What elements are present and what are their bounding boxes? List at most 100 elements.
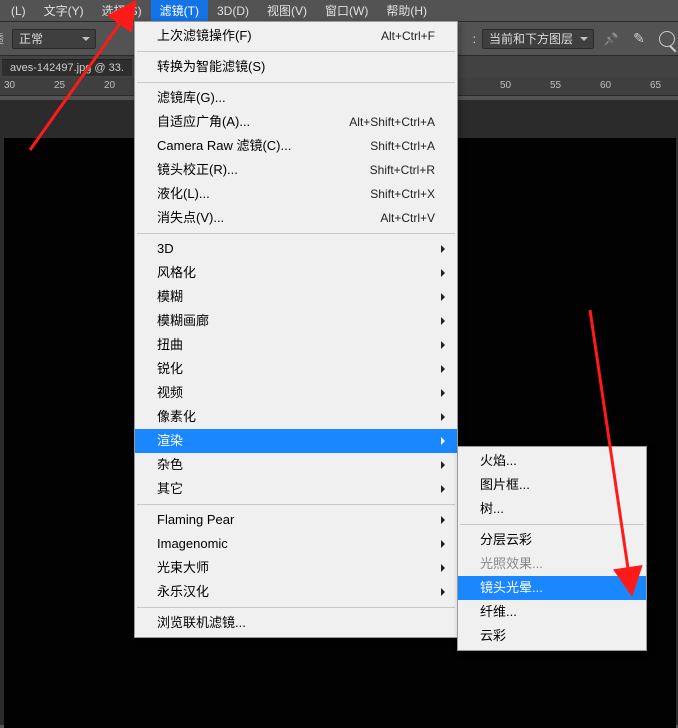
- menu-item-label: 扭曲: [157, 336, 183, 354]
- menu-other[interactable]: 其它: [135, 477, 457, 501]
- menu-adaptive-wide-angle[interactable]: 自适应广角(A)... Alt+Shift+Ctrl+A: [135, 110, 457, 134]
- menu-item-label: 滤镜库(G)...: [157, 89, 226, 107]
- menu-ray-master[interactable]: 光束大师: [135, 556, 457, 580]
- brush-options-icon[interactable]: [628, 28, 650, 50]
- menu-item-label: 光束大师: [157, 559, 209, 577]
- menu-item-label: 风格化: [157, 264, 196, 282]
- ruler-tick: 30: [4, 80, 15, 91]
- pressure-icon[interactable]: [656, 28, 678, 50]
- menu-yongle[interactable]: 永乐汉化: [135, 580, 457, 604]
- menu-item-label: 纤维...: [480, 603, 517, 621]
- options-left-fragment: 透: [0, 30, 4, 47]
- menu-item-label: 分层云彩: [480, 531, 532, 549]
- filter-menu: 上次滤镜操作(F) Alt+Ctrl+F 转换为智能滤镜(S) 滤镜库(G)..…: [134, 21, 458, 638]
- menu-separator: [460, 524, 644, 525]
- ruler-tick: 60: [600, 80, 611, 91]
- menu-blur-gallery[interactable]: 模糊画廊: [135, 309, 457, 333]
- menu-window[interactable]: 窗口(W): [316, 0, 377, 22]
- menu-liquify[interactable]: 液化(L)... Shift+Ctrl+X: [135, 182, 457, 206]
- menu-filter-gallery[interactable]: 滤镜库(G)...: [135, 86, 457, 110]
- menu-item-label: Imagenomic: [157, 535, 228, 553]
- submenu-difference-clouds[interactable]: 分层云彩: [458, 528, 646, 552]
- ruler-tick: 20: [104, 80, 115, 91]
- menu-convert-smart[interactable]: 转换为智能滤镜(S): [135, 55, 457, 79]
- ruler-tick: 55: [550, 80, 561, 91]
- menu-3d[interactable]: 3D(D): [208, 1, 258, 21]
- document-title: aves-142497.jpg @ 33.: [10, 62, 124, 74]
- menu-item-label: 永乐汉化: [157, 583, 209, 601]
- menu-separator: [137, 82, 455, 83]
- menu-sharpen[interactable]: 锐化: [135, 357, 457, 381]
- menu-select[interactable]: 选择(S): [93, 0, 151, 22]
- menu-item-label: 转换为智能滤镜(S): [157, 58, 265, 76]
- submenu-flame[interactable]: 火焰...: [458, 449, 646, 473]
- menu-separator: [137, 51, 455, 52]
- menu-item-label: 镜头校正(R)...: [157, 161, 238, 179]
- ruler-tick: 50: [500, 80, 511, 91]
- menu-help[interactable]: 帮助(H): [377, 0, 436, 22]
- menu-item-shortcut: Shift+Ctrl+A: [370, 137, 435, 155]
- menu-blur[interactable]: 模糊: [135, 285, 457, 309]
- menu-item-label: 树...: [480, 500, 504, 518]
- submenu-fibers[interactable]: 纤维...: [458, 600, 646, 624]
- submenu-picture-frame[interactable]: 图片框...: [458, 473, 646, 497]
- menu-item-label: 上次滤镜操作(F): [157, 27, 252, 45]
- submenu-tree[interactable]: 树...: [458, 497, 646, 521]
- menu-item-label: 像素化: [157, 408, 196, 426]
- menu-noise[interactable]: 杂色: [135, 453, 457, 477]
- menu-item-label: 模糊: [157, 288, 183, 306]
- menu-separator: [137, 504, 455, 505]
- menu-filter[interactable]: 滤镜(T): [151, 0, 208, 22]
- submenu-lighting-effects: 光照效果...: [458, 552, 646, 576]
- menu-video[interactable]: 视频: [135, 381, 457, 405]
- menu-item-label: 火焰...: [480, 452, 517, 470]
- blend-mode-dropdown[interactable]: 正常: [12, 29, 96, 49]
- ruler-tick: 65: [650, 80, 661, 91]
- menu-item-label: 模糊画廊: [157, 312, 209, 330]
- menu-item-shortcut: Shift+Ctrl+R: [370, 161, 435, 179]
- menu-item-label: Camera Raw 滤镜(C)...: [157, 137, 291, 155]
- menu-item-label: Flaming Pear: [157, 511, 234, 529]
- menu-flaming-pear[interactable]: Flaming Pear: [135, 508, 457, 532]
- menu-vanishing-point[interactable]: 消失点(V)... Alt+Ctrl+V: [135, 206, 457, 230]
- menu-camera-raw[interactable]: Camera Raw 滤镜(C)... Shift+Ctrl+A: [135, 134, 457, 158]
- menu-item-label: 视频: [157, 384, 183, 402]
- menu-item-label: 光照效果...: [480, 555, 543, 573]
- submenu-lens-flare[interactable]: 镜头光晕...: [458, 576, 646, 600]
- menu-render[interactable]: 渲染: [135, 429, 457, 453]
- menu-last-filter[interactable]: 上次滤镜操作(F) Alt+Ctrl+F: [135, 24, 457, 48]
- menu-item-label: 其它: [157, 480, 183, 498]
- menu-separator: [137, 233, 455, 234]
- menu-item-label: 图片框...: [480, 476, 530, 494]
- menu-item-shortcut: Alt+Shift+Ctrl+A: [349, 113, 435, 131]
- menu-type[interactable]: 文字(Y): [35, 0, 93, 22]
- menu-item-shortcut: Alt+Ctrl+V: [380, 209, 435, 227]
- menu-distort[interactable]: 扭曲: [135, 333, 457, 357]
- sample-dropdown[interactable]: 当前和下方图层: [482, 29, 594, 49]
- menu-view[interactable]: 视图(V): [258, 0, 316, 22]
- menu-item-label: 云彩: [480, 627, 506, 645]
- menu-item-shortcut: Alt+Ctrl+F: [381, 27, 435, 45]
- pin-icon[interactable]: [600, 28, 622, 50]
- menu-item-label: 镜头光晕...: [480, 579, 543, 597]
- menu-lens-correction[interactable]: 镜头校正(R)... Shift+Ctrl+R: [135, 158, 457, 182]
- menu-item-label: 锐化: [157, 360, 183, 378]
- menu-item-label: 渲染: [157, 432, 183, 450]
- render-submenu: 火焰... 图片框... 树... 分层云彩 光照效果... 镜头光晕... 纤…: [457, 446, 647, 651]
- menu-separator: [137, 607, 455, 608]
- menu-layer[interactable]: (L): [2, 1, 35, 21]
- menu-3d-filters[interactable]: 3D: [135, 237, 457, 261]
- menu-pixelate[interactable]: 像素化: [135, 405, 457, 429]
- menu-imagenomic[interactable]: Imagenomic: [135, 532, 457, 556]
- blend-mode-value: 正常: [19, 30, 43, 47]
- sample-label: :: [473, 32, 476, 46]
- ruler-tick: 25: [54, 80, 65, 91]
- menu-item-label: 3D: [157, 240, 174, 258]
- menu-stylize[interactable]: 风格化: [135, 261, 457, 285]
- menu-bar: (L) 文字(Y) 选择(S) 滤镜(T) 3D(D) 视图(V) 窗口(W) …: [0, 0, 678, 22]
- submenu-clouds[interactable]: 云彩: [458, 624, 646, 648]
- menu-item-label: 液化(L)...: [157, 185, 210, 203]
- document-tab[interactable]: aves-142497.jpg @ 33.: [2, 59, 132, 76]
- menu-item-label: 自适应广角(A)...: [157, 113, 250, 131]
- menu-browse-online[interactable]: 浏览联机滤镜...: [135, 611, 457, 635]
